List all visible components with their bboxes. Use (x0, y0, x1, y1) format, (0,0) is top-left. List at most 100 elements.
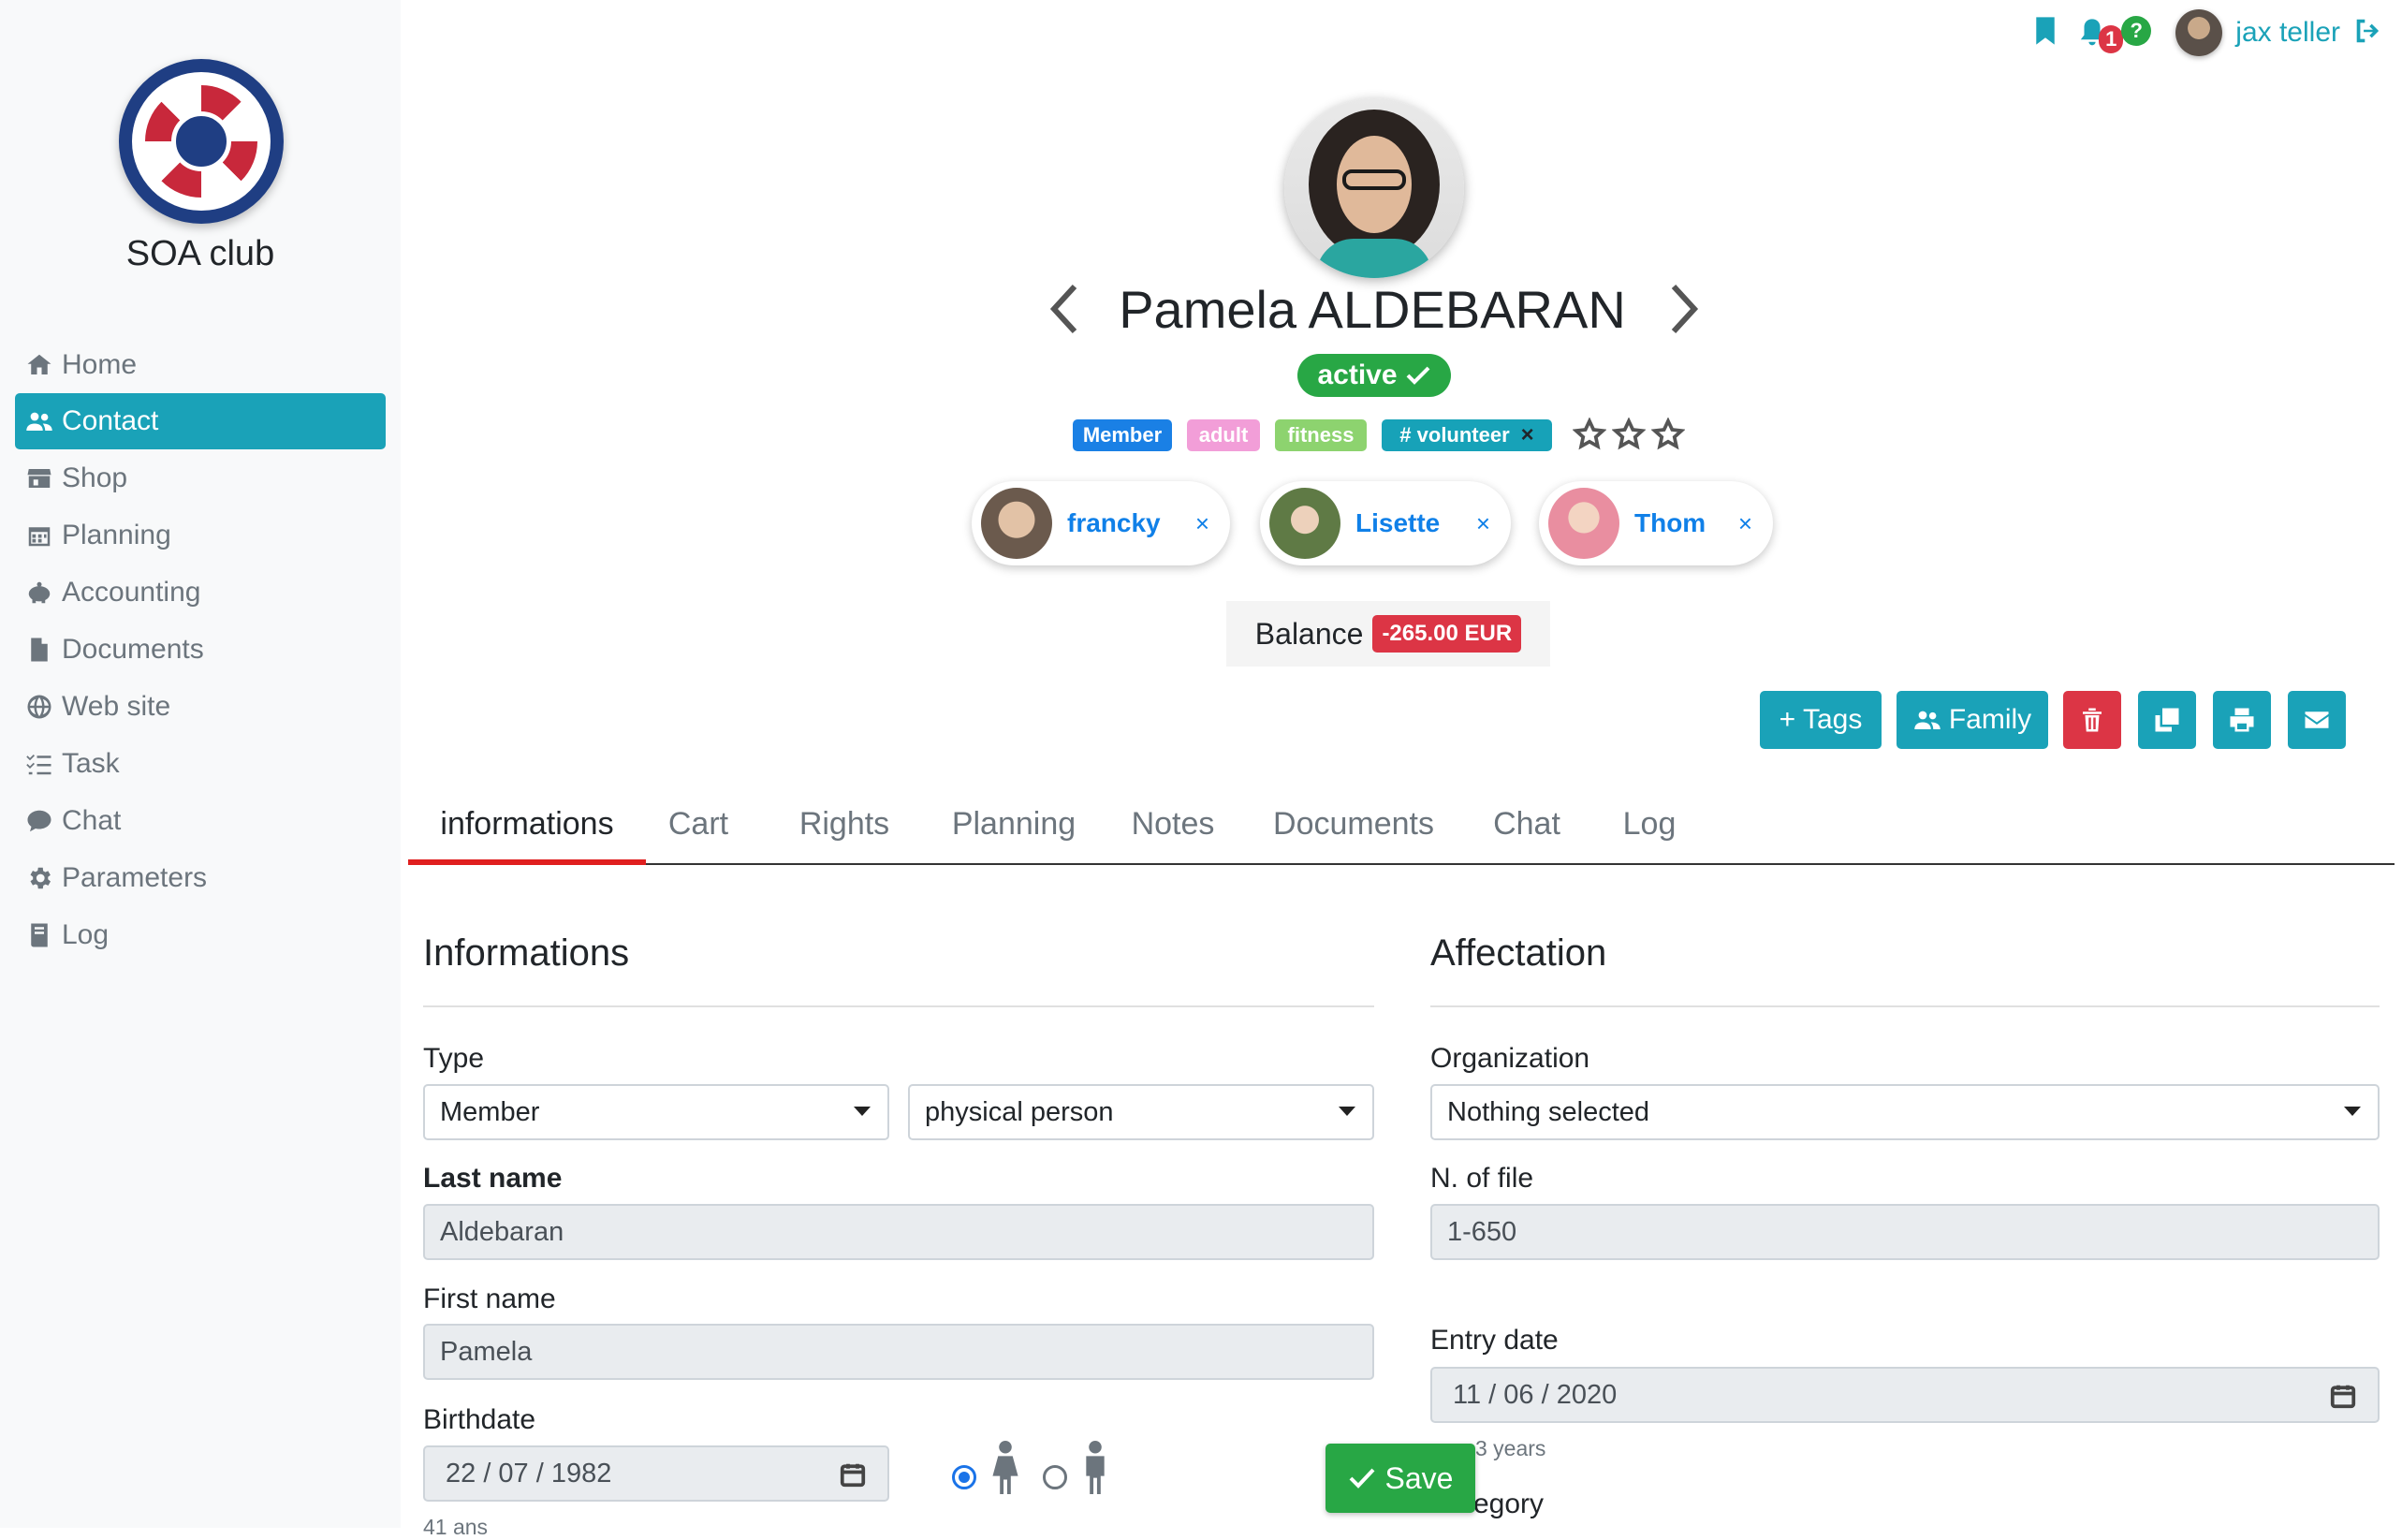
rating-star-icon[interactable] (1572, 417, 1607, 451)
tab-chat[interactable]: Chat (1485, 785, 1569, 863)
file-icon (22, 636, 56, 664)
contact-name: Pamela ALDEBARAN (1119, 280, 1626, 339)
status-label: active (1317, 359, 1398, 390)
tab-notes[interactable]: Notes (1121, 785, 1224, 863)
type-label: Type (423, 1043, 485, 1074)
duplicate-button[interactable] (2138, 691, 2196, 749)
tab-planning[interactable]: Planning (940, 785, 1088, 863)
calendar-icon (22, 521, 56, 550)
calendar-icon[interactable] (839, 1460, 867, 1489)
sidebar-item-task[interactable]: Task (15, 736, 386, 792)
sidebar-item-accounting[interactable]: Accounting (15, 565, 386, 621)
family-name[interactable]: francky (1067, 508, 1161, 538)
family-remove-icon[interactable]: × (1195, 509, 1209, 538)
gear-icon (22, 864, 56, 892)
organization-label: Organization (1430, 1043, 1590, 1074)
caret-down-icon (2344, 1107, 2361, 1116)
family-chip-thom[interactable]: Thom × (1539, 481, 1773, 565)
family-avatar (1269, 488, 1340, 559)
tag-label: Member (1082, 423, 1163, 447)
next-contact-chevron-right-icon[interactable] (1664, 281, 1702, 337)
help-badge[interactable]: ? (2121, 16, 2152, 46)
sidebar-item-contact[interactable]: Contact (15, 393, 386, 449)
tab-informations[interactable]: informations (408, 785, 646, 865)
tab-documents[interactable]: Documents (1260, 785, 1447, 863)
email-button[interactable] (2288, 691, 2346, 749)
calendar-icon[interactable] (2329, 1382, 2357, 1410)
tag-remove-icon[interactable]: × (1521, 422, 1534, 448)
logout-icon[interactable] (2353, 17, 2383, 50)
sidebar-item-shop[interactable]: Shop (15, 450, 386, 506)
bookmark-icon[interactable] (2031, 15, 2059, 51)
sidebar-item-label: Documents (62, 634, 204, 665)
sidebar-item-label: Home (62, 349, 138, 380)
save-button[interactable]: Save (1325, 1444, 1475, 1513)
seniority-hint: 3 years (1475, 1436, 1546, 1460)
gender-female-radio[interactable] (952, 1465, 976, 1489)
family-remove-icon[interactable]: × (1476, 509, 1490, 538)
sidebar-item-label: Accounting (62, 577, 201, 608)
add-tags-label: + Tags (1779, 704, 1863, 735)
tag-volunteer[interactable]: # volunteer × (1382, 419, 1552, 451)
sidebar: SOA club Home Contact Shop Planning Acco… (0, 0, 401, 1528)
sidebar-item-home[interactable]: Home (15, 337, 386, 393)
sidebar-item-label: Planning (62, 520, 171, 550)
entry-date-label: Entry date (1430, 1325, 1559, 1356)
rating-star-icon[interactable] (1611, 417, 1647, 451)
category-label: egory (1473, 1489, 1545, 1519)
tag-adult[interactable]: adult (1187, 419, 1260, 451)
caret-down-icon (854, 1107, 871, 1116)
last-name-input[interactable]: Aldebaran (423, 1204, 1374, 1260)
family-chip-lisette[interactable]: Lisette × (1260, 481, 1511, 565)
tag-label: fitness (1287, 423, 1355, 447)
family-name[interactable]: Thom (1634, 508, 1706, 538)
tab-cart[interactable]: Cart (655, 785, 741, 863)
family-chip-francky[interactable]: francky × (972, 481, 1230, 565)
family-avatar (981, 488, 1052, 559)
first-name-label: First name (423, 1283, 556, 1314)
type-select[interactable]: Member (423, 1084, 889, 1140)
file-number-input[interactable]: 1-650 (1430, 1204, 2380, 1260)
gender-male-radio[interactable] (1043, 1465, 1067, 1489)
sidebar-item-label: Shop (62, 462, 128, 493)
affectation-title: Affectation (1430, 932, 1607, 974)
notifications-button[interactable]: 1 ? (2072, 14, 2152, 53)
tag-member[interactable]: Member (1073, 419, 1172, 451)
status-badge[interactable]: active (1297, 354, 1451, 397)
tag-fitness[interactable]: fitness (1275, 419, 1367, 451)
first-name-input[interactable]: Pamela (423, 1324, 1374, 1380)
delete-button[interactable] (2063, 691, 2121, 749)
file-number-label: N. of file (1430, 1163, 1534, 1194)
birthdate-label: Birthdate (423, 1404, 536, 1435)
family-button[interactable]: Family (1897, 691, 2048, 749)
add-tags-button[interactable]: + Tags (1760, 691, 1882, 749)
club-logo[interactable] (119, 59, 284, 224)
organization-select[interactable]: Nothing selected (1430, 1084, 2380, 1140)
caret-down-icon (1339, 1107, 1355, 1116)
rating-star-icon[interactable] (1650, 417, 1686, 451)
birthdate-input[interactable]: 22 / 07 / 1982 (423, 1445, 889, 1502)
sidebar-item-planning[interactable]: Planning (15, 507, 386, 564)
sidebar-item-chat[interactable]: Chat (15, 793, 386, 849)
user-avatar[interactable] (2175, 9, 2223, 56)
tab-rights[interactable]: Rights (788, 785, 901, 863)
print-button[interactable] (2213, 691, 2271, 749)
tab-log[interactable]: Log (1612, 785, 1687, 863)
family-remove-icon[interactable]: × (1738, 509, 1752, 538)
check-icon (1406, 366, 1429, 385)
entry-date-input[interactable]: 11 / 06 / 2020 (1430, 1367, 2380, 1423)
female-person-icon (987, 1440, 1024, 1494)
sidebar-item-parameters[interactable]: Parameters (15, 850, 386, 906)
user-name[interactable]: jax teller (2235, 17, 2340, 49)
sidebar-item-log[interactable]: Log (15, 907, 386, 963)
piggy-bank-icon (22, 579, 56, 607)
previous-contact-chevron-left-icon[interactable] (1047, 281, 1084, 337)
users-icon (22, 407, 56, 435)
person-kind-select[interactable]: physical person (908, 1084, 1374, 1140)
type-select-value: Member (440, 1096, 540, 1127)
sidebar-item-documents[interactable]: Documents (15, 622, 386, 678)
comment-icon (22, 807, 56, 835)
sidebar-item-web-site[interactable]: Web site (15, 679, 386, 735)
contact-photo[interactable] (1284, 98, 1464, 278)
family-name[interactable]: Lisette (1355, 508, 1440, 538)
